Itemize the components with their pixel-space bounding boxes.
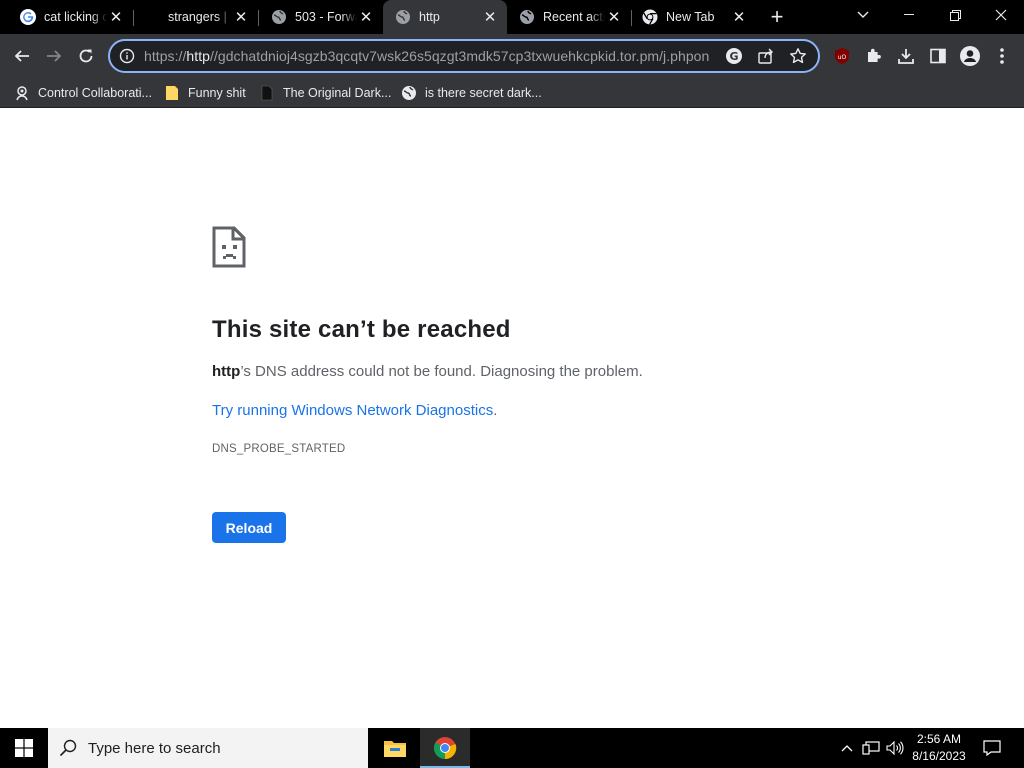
bookmarks-bar: Control Collaborati... Funny shit The Or… [0, 78, 1024, 108]
network-tray[interactable] [860, 728, 882, 768]
taskbar-chrome[interactable] [420, 728, 470, 768]
globe-icon [401, 85, 417, 101]
reload-toolbar-button[interactable] [70, 40, 102, 72]
puzzle-icon [868, 48, 881, 62]
error-code: DNS_PROBE_STARTED [212, 443, 346, 455]
diagnostics-line: Try running Windows Network Diagnostics. [212, 402, 498, 419]
side-panel-icon [930, 48, 946, 64]
avatar-icon [960, 46, 980, 66]
tab-search-button[interactable] [840, 0, 886, 30]
clock-date: 8/16/2023 [912, 749, 966, 763]
search-icon [48, 739, 88, 757]
close-icon[interactable]: ✕ [730, 8, 748, 26]
volume-tray[interactable] [884, 728, 906, 768]
chrome-icon [642, 9, 658, 25]
error-host: http [212, 363, 241, 380]
search-placeholder: Type here to search [88, 739, 221, 757]
show-hidden-icons[interactable] [838, 728, 856, 768]
chrome-icon [434, 737, 457, 760]
tab-strangers[interactable]: strangers | ✕ [134, 0, 258, 34]
folder-icon [384, 741, 406, 757]
page-content: This site can’t be reached http’s DNS ad… [0, 109, 1024, 728]
taskbar: Type here to search 2:56 AM 8/16/2023 [0, 728, 1024, 768]
url-text[interactable]: https://http//gdchatdnioj4sgzb3qcqtv7wsk… [144, 48, 722, 64]
bookmark-secret-dark[interactable]: is there secret dark... [401, 82, 542, 104]
clock-time: 2:56 AM [916, 732, 962, 746]
start-button[interactable] [0, 728, 48, 768]
bookmark-control-collaboration[interactable]: Control Collaborati... [14, 82, 152, 104]
sad-page-icon [212, 226, 246, 273]
info-icon[interactable] [110, 48, 144, 64]
extensions-button[interactable] [858, 40, 890, 72]
download-icon [898, 49, 914, 64]
arrow-left-icon [14, 50, 29, 62]
error-description: http’s DNS address could not be found. D… [212, 363, 643, 380]
bookmark-original-dark[interactable]: The Original Dark... [259, 82, 391, 104]
chevron-up-icon [841, 745, 853, 752]
downloads-button[interactable] [890, 40, 922, 72]
bookmark-app-icon [14, 85, 30, 101]
minimize-button[interactable] [886, 0, 932, 30]
svg-text:uO: uO [838, 54, 847, 61]
svg-text:G: G [729, 50, 738, 63]
share-icon[interactable] [754, 44, 778, 68]
google-icon [20, 9, 36, 25]
reload-icon [79, 49, 93, 63]
url-host: http [186, 48, 210, 64]
forward-button[interactable] [38, 40, 70, 72]
tab-503[interactable]: 503 - Forwa ✕ [259, 0, 383, 34]
globe-icon [271, 9, 287, 25]
close-icon[interactable]: ✕ [605, 8, 623, 26]
star-icon[interactable] [786, 44, 810, 68]
profile-button[interactable] [954, 40, 986, 72]
speaker-icon [886, 741, 904, 755]
more-vertical-icon [1000, 48, 1004, 64]
chevron-down-icon [857, 11, 869, 18]
ublock-extension-button[interactable]: uO [826, 40, 858, 72]
bookmark-funny[interactable]: Funny shit [164, 82, 246, 104]
tab-new-tab[interactable]: New Tab ✕ [632, 0, 756, 34]
tab-http[interactable]: http ✕ [383, 0, 507, 34]
close-icon[interactable]: ✕ [357, 8, 375, 26]
close-icon[interactable]: ✕ [232, 8, 250, 26]
error-title: This site can’t be reached [212, 316, 511, 343]
clock[interactable]: 2:56 AM 8/16/2023 [908, 731, 970, 765]
notifications-button[interactable] [978, 728, 1006, 768]
arrow-right-icon [47, 50, 62, 62]
tab-cat-licking[interactable]: cat licking c ✕ [0, 0, 133, 34]
back-button[interactable] [6, 40, 38, 72]
url-path: //gdchatdnioj4sgzb3qcqtv7wsk26s5qzgt3mdk… [209, 48, 710, 64]
ublock-icon: uO [835, 48, 849, 64]
browser-toolbar: https://http//gdchatdnioj4sgzb3qcqtv7wsk… [0, 34, 1024, 78]
window-close-button[interactable] [978, 0, 1024, 30]
windows-logo-icon [15, 739, 33, 757]
menu-button[interactable] [986, 40, 1018, 72]
network-diagnostics-link[interactable]: Try running Windows Network Diagnostics [212, 402, 493, 419]
close-icon[interactable]: ✕ [481, 8, 499, 26]
address-bar[interactable]: https://http//gdchatdnioj4sgzb3qcqtv7wsk… [108, 39, 820, 73]
google-lens-icon[interactable]: G [722, 44, 746, 68]
tab-recent-activity[interactable]: Recent acti ✕ [507, 0, 631, 34]
restore-button[interactable] [932, 0, 978, 30]
close-icon[interactable]: ✕ [107, 8, 125, 26]
taskbar-file-explorer[interactable] [370, 728, 420, 768]
notification-icon [983, 740, 1001, 756]
page-icon [259, 85, 275, 101]
folder-icon [164, 85, 180, 101]
side-panel-button[interactable] [922, 40, 954, 72]
new-tab-button[interactable]: + [766, 6, 788, 28]
reload-button[interactable]: Reload [212, 512, 286, 543]
tab-strip: cat licking c ✕ strangers | ✕ 503 - Forw… [0, 0, 1024, 34]
taskbar-search-box[interactable]: Type here to search [48, 728, 368, 768]
network-icon [862, 741, 880, 755]
url-scheme: https:// [144, 48, 187, 64]
globe-icon [519, 9, 535, 25]
globe-icon [395, 9, 411, 25]
